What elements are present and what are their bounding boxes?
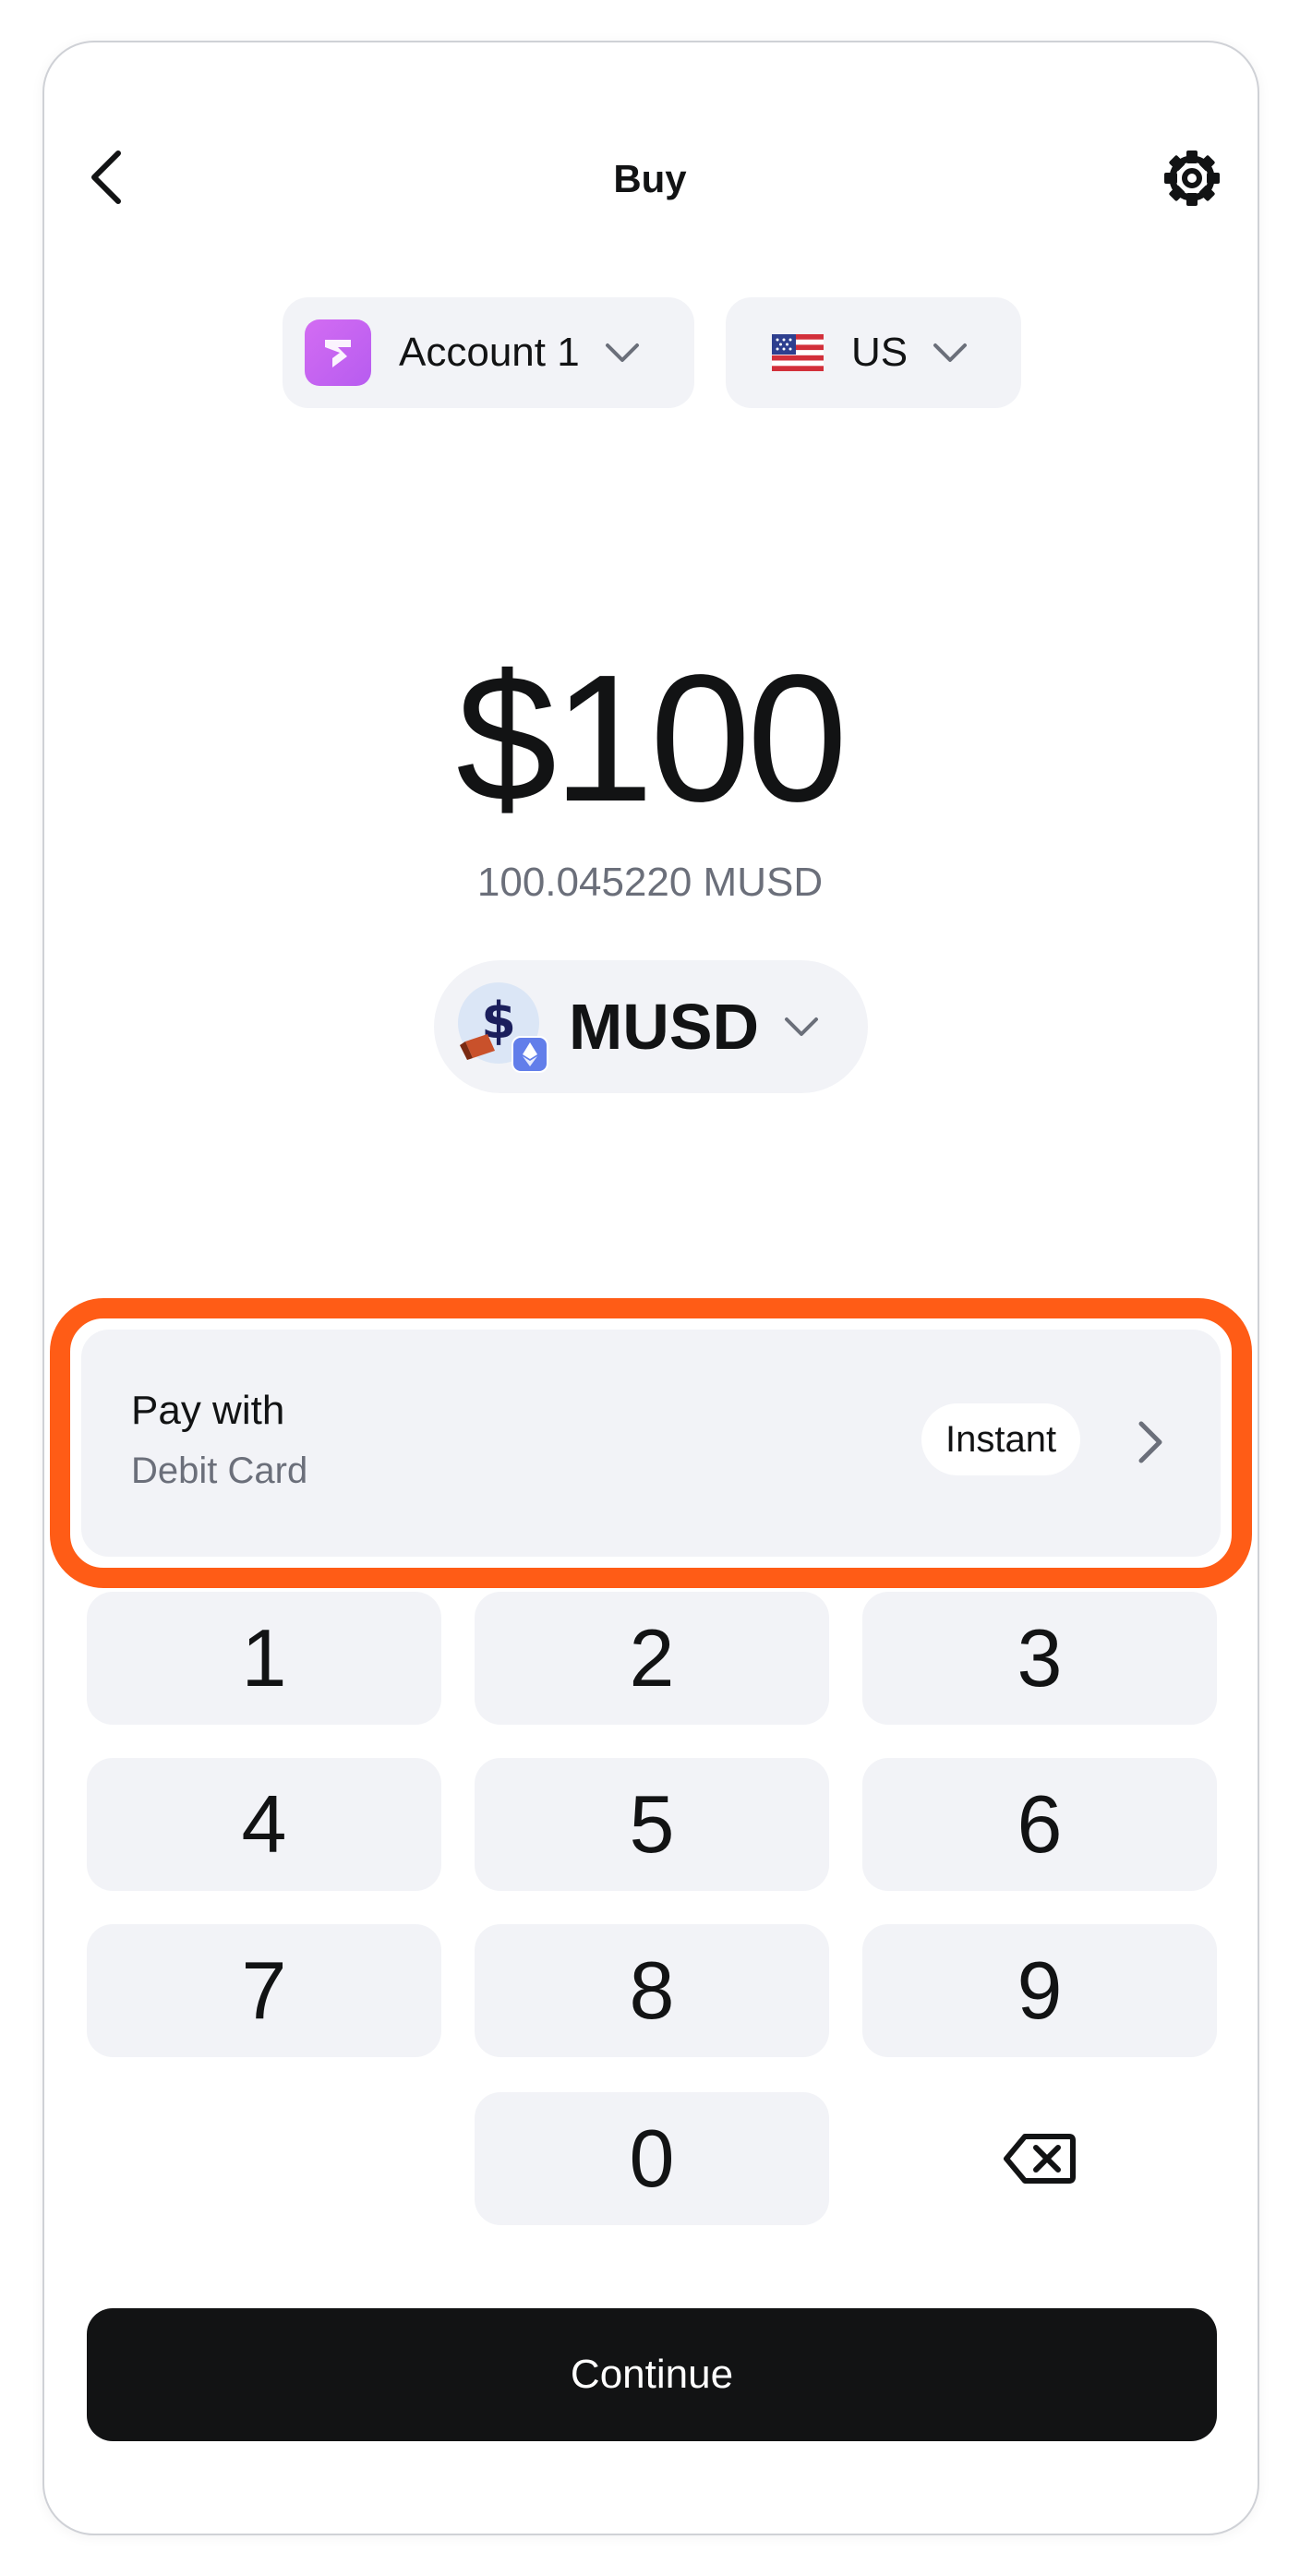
backspace-icon	[1004, 2134, 1076, 2184]
keypad-key-0[interactable]: 0	[475, 2092, 829, 2225]
continue-button[interactable]: Continue	[87, 2308, 1217, 2441]
keypad-key-2[interactable]: 2	[475, 1592, 829, 1725]
region-code: US	[851, 330, 909, 375]
ethereum-icon	[512, 1036, 548, 1073]
keypad-key-7[interactable]: 7	[87, 1924, 441, 2057]
keypad-key-3[interactable]: 3	[862, 1592, 1217, 1725]
region-selector[interactable]: US	[726, 297, 1021, 408]
account-name: Account 1	[399, 330, 580, 375]
token-selector[interactable]: $ MUSD	[434, 960, 868, 1093]
crypto-amount: 100.045220 MUSD	[476, 860, 824, 905]
gear-icon	[1164, 150, 1220, 206]
chevron-right-icon	[1128, 1414, 1173, 1470]
token-symbol: MUSD	[569, 991, 760, 1063]
keypad-key-8[interactable]: 8	[475, 1924, 829, 2057]
keypad-key-4[interactable]: 4	[87, 1758, 441, 1891]
settings-button[interactable]	[1160, 146, 1224, 211]
payment-method-name: Debit Card	[131, 1451, 308, 1491]
keypad-key-5[interactable]: 5	[475, 1758, 829, 1891]
payment-title: Pay with	[131, 1388, 285, 1433]
chevron-down-icon	[604, 342, 641, 364]
us-flag-icon	[772, 334, 824, 371]
backspace-button[interactable]	[862, 2092, 1217, 2225]
keypad-key-9[interactable]: 9	[862, 1924, 1217, 2057]
musd-token-icon: $	[456, 981, 548, 1073]
chevron-down-icon	[932, 342, 969, 364]
payment-method-button[interactable]: Pay with Debit Card Instant	[81, 1330, 1221, 1557]
page-title: Buy	[613, 157, 687, 200]
fiat-amount: $100	[455, 637, 848, 839]
account-avatar-icon	[305, 319, 371, 386]
keypad-key-6[interactable]: 6	[862, 1758, 1217, 1891]
chevron-down-icon	[783, 1016, 820, 1038]
account-selector[interactable]: Account 1	[283, 297, 694, 408]
instant-badge: Instant	[921, 1403, 1081, 1475]
keypad-key-1[interactable]: 1	[87, 1592, 441, 1725]
